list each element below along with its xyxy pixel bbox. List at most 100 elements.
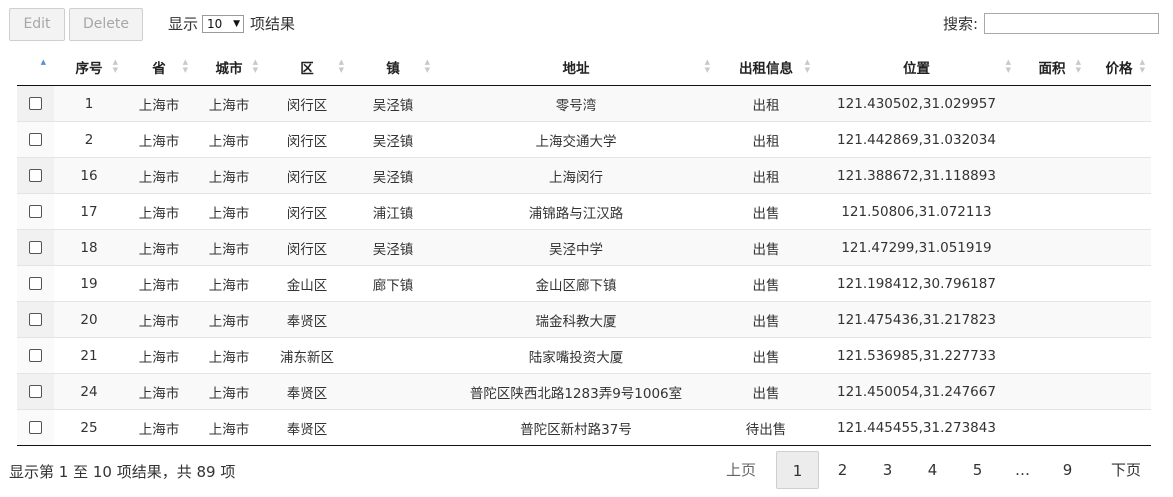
table-row[interactable]: 20 上海市 上海市 奉贤区 瑞金科教大厦 出售 121.475436,31.217823: [17, 301, 1151, 338]
row-checkbox[interactable]: [29, 241, 42, 254]
table-cell: 闵行区: [264, 121, 350, 158]
table-cell: 25: [54, 409, 124, 446]
table-cell: 121.442869,31.032034: [816, 121, 1017, 158]
table-row[interactable]: 1 上海市 上海市 闵行区 吴泾镇 零号湾 出租 121.430502,31.029957: [17, 85, 1151, 122]
table-cell: 上海市: [124, 157, 194, 194]
table-cell: [350, 373, 436, 410]
column-header[interactable]: 镇 ▲ ▼: [350, 49, 436, 86]
sort-icon: ▲ ▼: [1005, 58, 1011, 74]
column-header-label: 省: [152, 61, 166, 77]
table-cell: 吴泾镇: [350, 229, 436, 266]
table-cell: [1087, 265, 1151, 302]
table-cell: [1017, 229, 1087, 266]
table-row[interactable]: 19 上海市 上海市 金山区 廊下镇 金山区廊下镇 出售 121.198412,30.7961…: [17, 265, 1151, 302]
table-cell: [1017, 121, 1087, 158]
page-button[interactable]: 1: [776, 451, 819, 489]
table-row[interactable]: 21 上海市 上海市 浦东新区 陆家嘴投资大厦 出售 121.536985,31.22773…: [17, 337, 1151, 374]
column-header[interactable]: 省 ▲ ▼: [124, 49, 194, 86]
column-header[interactable]: 城市 ▲ ▼: [194, 49, 264, 86]
table-cell: [1017, 85, 1087, 122]
column-header[interactable]: 区 ▲ ▼: [264, 49, 350, 86]
prev-page-button[interactable]: 上页: [716, 451, 766, 489]
table-cell: [1017, 157, 1087, 194]
table-cell: 2: [54, 121, 124, 158]
next-page-button[interactable]: 下页: [1101, 451, 1151, 489]
table-cell: [350, 409, 436, 446]
table-cell: [1017, 301, 1087, 338]
table-cell: [1087, 85, 1151, 122]
table-row[interactable]: 18 上海市 上海市 闵行区 吴泾镇 吴泾中学 出售 121.47299,31.051919: [17, 229, 1151, 266]
table-row[interactable]: 24 上海市 上海市 奉贤区 普陀区陕西北路1283弄9号1006室 出售 121.4500…: [17, 373, 1151, 410]
table-cell: 24: [54, 373, 124, 410]
row-checkbox[interactable]: [29, 313, 42, 326]
table-cell: [1017, 373, 1087, 410]
column-header[interactable]: 价格 ▲ ▼: [1087, 49, 1151, 86]
table-cell: 浦锦路与江汉路: [436, 193, 716, 230]
page-length-value: 10: [207, 16, 223, 31]
column-header[interactable]: 位置 ▲ ▼: [816, 49, 1017, 86]
table-cell: 17: [54, 193, 124, 230]
table-cell: 18: [54, 229, 124, 266]
table-cell: [1087, 409, 1151, 446]
column-header-select[interactable]: ▲: [17, 49, 54, 86]
page-button[interactable]: 5: [956, 451, 999, 489]
table-cell: 出售: [716, 373, 816, 410]
sort-icon: ▲ ▼: [338, 58, 344, 74]
row-checkbox[interactable]: [29, 385, 42, 398]
page-length-control: 显示 10 ▼ 项结果: [168, 13, 295, 34]
table-cell: 121.47299,31.051919: [816, 229, 1017, 266]
table-cell: 上海交通大学: [436, 121, 716, 158]
table-cell: 吴泾镇: [350, 121, 436, 158]
table-cell: 吴泾镇: [350, 85, 436, 122]
table-cell: 上海市: [194, 373, 264, 410]
column-header[interactable]: 面积 ▲ ▼: [1017, 49, 1087, 86]
table-cell: 浦江镇: [350, 193, 436, 230]
table-cell: 出租: [716, 157, 816, 194]
page-button[interactable]: 9: [1046, 451, 1089, 489]
page-button[interactable]: 2: [821, 451, 864, 489]
edit-button[interactable]: Edit: [9, 8, 65, 41]
page-length-select[interactable]: 10 ▼: [202, 14, 245, 33]
table-row[interactable]: 17 上海市 上海市 闵行区 浦江镇 浦锦路与江汉路 出售 121.50806,31.0721…: [17, 193, 1151, 230]
table-cell: 上海闵行: [436, 157, 716, 194]
row-checkbox[interactable]: [29, 205, 42, 218]
table-row[interactable]: 25 上海市 上海市 奉贤区 普陀区新村路37号 待出售 121.445455,31.273…: [17, 409, 1151, 446]
column-header[interactable]: 出租信息 ▲ ▼: [716, 49, 816, 86]
row-checkbox[interactable]: [29, 349, 42, 362]
column-header[interactable]: 地址 ▲ ▼: [436, 49, 716, 86]
column-header-label: 价格: [1105, 61, 1133, 77]
table-cell: 上海市: [194, 337, 264, 374]
table-cell: 上海市: [124, 229, 194, 266]
page-button[interactable]: 4: [911, 451, 954, 489]
row-checkbox[interactable]: [29, 133, 42, 146]
row-checkbox[interactable]: [29, 277, 42, 290]
table-cell: 吴泾镇: [350, 157, 436, 194]
table-cell: 20: [54, 301, 124, 338]
row-checkbox[interactable]: [29, 97, 42, 110]
column-header[interactable]: 序号 ▲ ▼: [54, 49, 124, 86]
delete-button[interactable]: Delete: [69, 8, 143, 41]
column-header-label: 区: [300, 61, 314, 77]
table-cell: 上海市: [194, 265, 264, 302]
table-cell: 121.445455,31.273843: [816, 409, 1017, 446]
table-row[interactable]: 16 上海市 上海市 闵行区 吴泾镇 上海闵行 出租 121.388672,31.118893: [17, 157, 1151, 194]
sort-icon: ▲ ▼: [704, 58, 710, 74]
table-cell: 金山区: [264, 265, 350, 302]
table-cell: 上海市: [124, 373, 194, 410]
table-cell: 上海市: [124, 193, 194, 230]
search-input[interactable]: [984, 13, 1159, 34]
table-cell: 21: [54, 337, 124, 374]
table-cell: [1017, 265, 1087, 302]
table-cell: [350, 337, 436, 374]
table-cell: 121.450054,31.247667: [816, 373, 1017, 410]
row-checkbox[interactable]: [29, 169, 42, 182]
sort-icon: ▲ ▼: [424, 58, 430, 74]
table-cell: 吴泾中学: [436, 229, 716, 266]
sort-icon: ▲ ▼: [182, 58, 188, 74]
page-button[interactable]: 3: [866, 451, 909, 489]
table-cell: 上海市: [194, 85, 264, 122]
row-checkbox[interactable]: [29, 421, 42, 434]
sort-icon: ▲ ▼: [112, 58, 118, 74]
table-cell: 陆家嘴投资大厦: [436, 337, 716, 374]
table-row[interactable]: 2 上海市 上海市 闵行区 吴泾镇 上海交通大学 出租 121.442869,31.03203…: [17, 121, 1151, 158]
